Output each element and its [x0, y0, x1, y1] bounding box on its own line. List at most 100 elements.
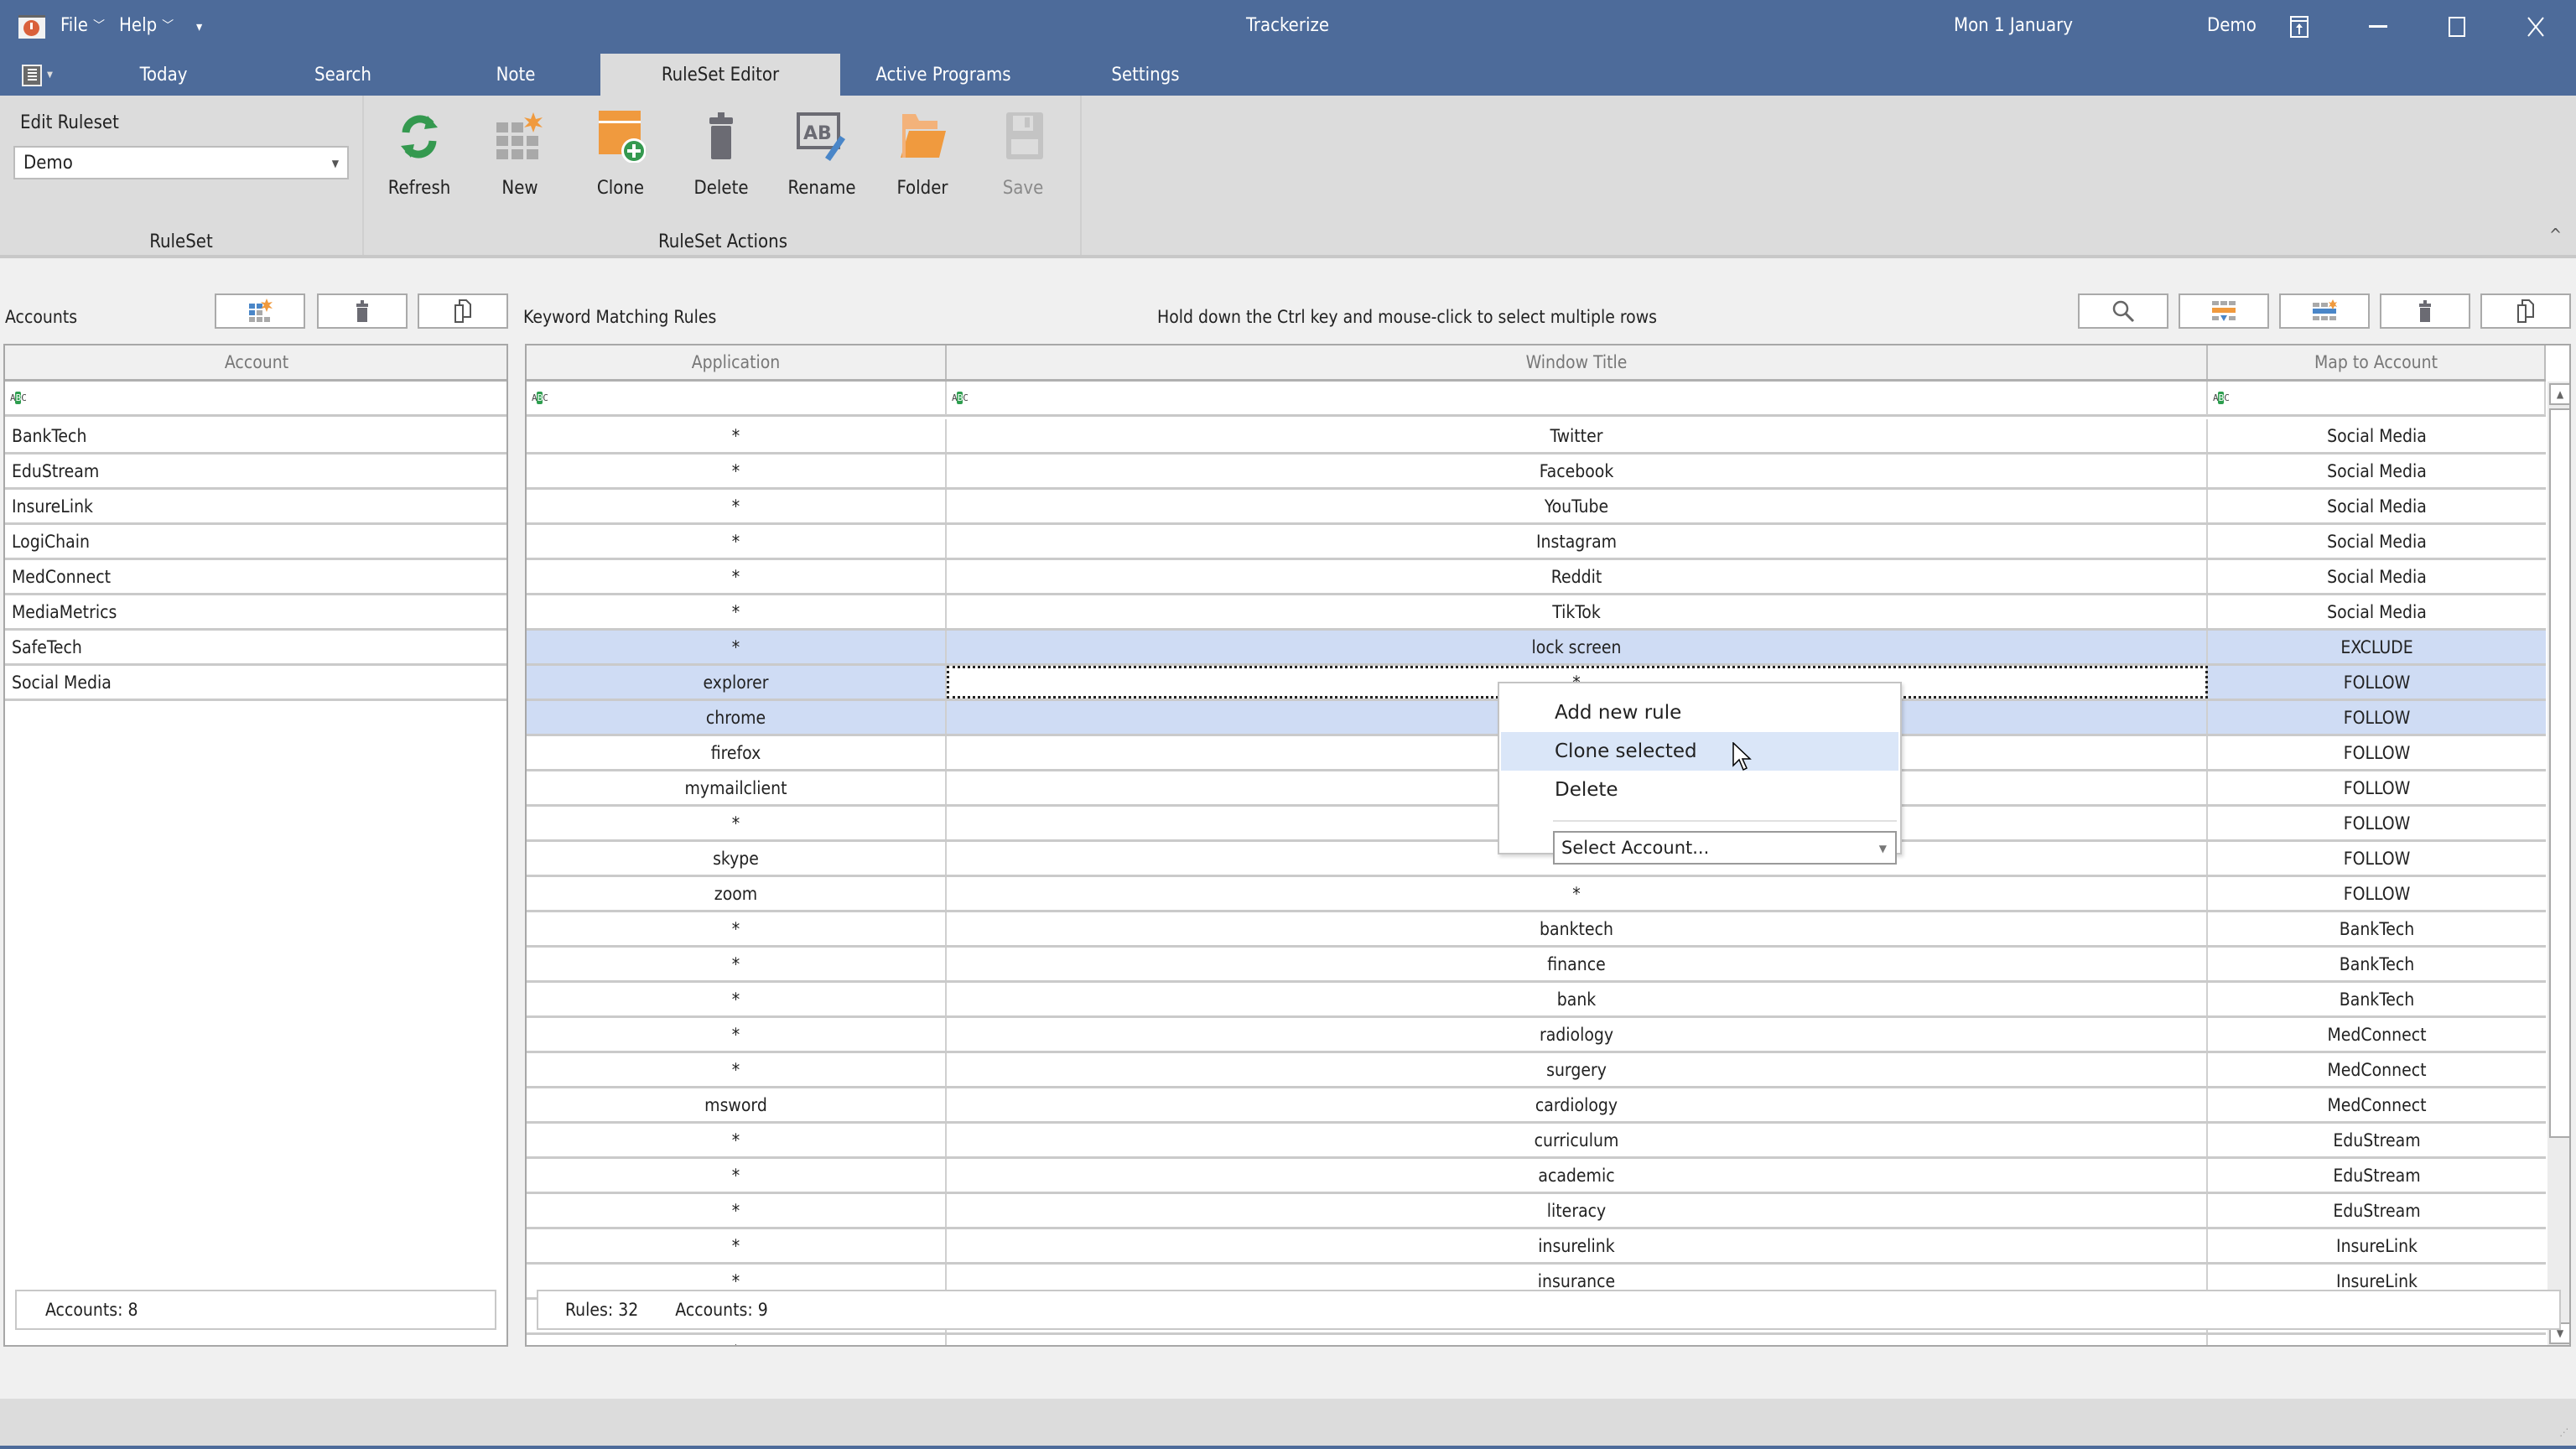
window-title-cell[interactable]: Reddit	[947, 560, 2208, 593]
delete-button[interactable]: Delete	[679, 111, 763, 220]
close-button[interactable]	[2511, 8, 2561, 45]
window-title-cell[interactable]	[947, 1335, 2208, 1345]
map-to-account-cell[interactable]: EXCLUDE	[2208, 631, 2546, 663]
search-rules-button[interactable]	[2078, 293, 2168, 329]
rule-row[interactable]: * YouTube Social Media	[527, 490, 2546, 525]
account-row[interactable]: EduStream	[5, 454, 506, 490]
window-title-cell[interactable]: Instagram	[947, 525, 2208, 558]
folder-button[interactable]: Folder	[880, 111, 964, 220]
application-cell[interactable]: *	[527, 1229, 947, 1262]
window-title-cell[interactable]: surgery	[947, 1053, 2208, 1086]
resize-grip-icon[interactable]: ⋰	[2559, 1427, 2569, 1437]
map-to-account-cell[interactable]: FOLLOW	[2208, 771, 2546, 804]
rule-row[interactable]: * banktech BankTech	[527, 912, 2546, 948]
rule-row[interactable]: * bank BankTech	[527, 983, 2546, 1018]
window-title-cell[interactable]: banktech	[947, 912, 2208, 945]
rule-row[interactable]: * academic EduStream	[527, 1159, 2546, 1194]
map-to-account-cell[interactable]: MedConnect	[2208, 1088, 2546, 1121]
save-button[interactable]: Save	[981, 111, 1065, 220]
window-title-cell[interactable]: YouTube	[947, 490, 2208, 522]
scroll-up-button[interactable]: ▲	[2549, 383, 2569, 405]
map-to-account-cell[interactable]: FOLLOW	[2208, 701, 2546, 734]
rule-row[interactable]: msword cardiology MedConnect	[527, 1088, 2546, 1124]
map-to-account-cell[interactable]: FOLLOW	[2208, 842, 2546, 875]
account-name-cell[interactable]: EduStream	[5, 454, 506, 487]
delete-account-button[interactable]	[317, 293, 408, 329]
application-cell[interactable]: mymailclient	[527, 771, 947, 804]
column-header-account[interactable]: Account	[5, 345, 506, 379]
menu-file[interactable]: File ﹀	[60, 15, 105, 36]
menu-help[interactable]: Help ﹀	[119, 15, 174, 36]
new-button[interactable]: New	[478, 111, 562, 220]
collapse-ribbon-button[interactable]: ^	[2549, 225, 2562, 245]
window-title-cell[interactable]: academic	[947, 1159, 2208, 1192]
rule-row[interactable]: * curriculum EduStream	[527, 1124, 2546, 1159]
application-cell[interactable]: *	[527, 454, 947, 487]
select-account-dropdown[interactable]: Select Account... ▼	[1553, 831, 1897, 865]
quick-access-dropdown[interactable]: ▾	[196, 18, 202, 34]
account-row[interactable]: MedConnect	[5, 560, 506, 595]
rule-row[interactable]: *	[527, 1335, 2546, 1345]
tab-search[interactable]: Search	[280, 54, 406, 96]
account-row[interactable]: Social Media	[5, 666, 506, 701]
restore-panel-button[interactable]	[2274, 8, 2324, 45]
map-to-account-cell[interactable]: BankTech	[2208, 983, 2546, 1015]
clone-button[interactable]: Clone	[579, 111, 662, 220]
tab-active-programs[interactable]: Active Programs	[864, 54, 1023, 96]
account-row[interactable]: MediaMetrics	[5, 595, 506, 631]
rule-row[interactable]: * finance BankTech	[527, 948, 2546, 983]
map-to-account-cell[interactable]: BankTech	[2208, 912, 2546, 945]
add-account-button[interactable]	[215, 293, 305, 329]
application-cell[interactable]: *	[527, 525, 947, 558]
copy-account-button[interactable]	[418, 293, 508, 329]
application-cell[interactable]: *	[527, 1194, 947, 1227]
application-cell[interactable]: *	[527, 419, 947, 452]
tab-note[interactable]: Note	[453, 54, 579, 96]
account-name-cell[interactable]: Social Media	[5, 666, 506, 699]
window-title-cell[interactable]: radiology	[947, 1018, 2208, 1051]
map-to-account-cell[interactable]: Social Media	[2208, 419, 2546, 452]
account-row[interactable]: LogiChain	[5, 525, 506, 560]
menu-item-clone-selected[interactable]: Clone selected	[1501, 732, 1898, 771]
map-to-account-cell[interactable]: Social Media	[2208, 560, 2546, 593]
map-to-account-cell[interactable]: FOLLOW	[2208, 736, 2546, 769]
accounts-filter-row[interactable]: ABC	[5, 382, 506, 417]
rename-button[interactable]: AB Rename	[780, 111, 864, 220]
application-cell[interactable]: *	[527, 1053, 947, 1086]
application-cell[interactable]: msword	[527, 1088, 947, 1121]
window-title-cell[interactable]: literacy	[947, 1194, 2208, 1227]
map-to-account-cell[interactable]: MedConnect	[2208, 1053, 2546, 1086]
window-title-cell[interactable]: bank	[947, 983, 2208, 1015]
copy-rule-button[interactable]	[2480, 293, 2571, 329]
application-cell[interactable]: *	[527, 983, 947, 1015]
map-to-account-cell[interactable]: FOLLOW	[2208, 877, 2546, 910]
account-row[interactable]: InsureLink	[5, 490, 506, 525]
map-to-account-cell[interactable]: Social Media	[2208, 490, 2546, 522]
rule-row[interactable]: zoom * FOLLOW	[527, 877, 2546, 912]
application-cell[interactable]: *	[527, 1159, 947, 1192]
window-title-cell[interactable]: *	[947, 877, 2208, 910]
application-cell[interactable]: *	[527, 1335, 947, 1345]
window-title-cell[interactable]: Twitter	[947, 419, 2208, 452]
map-to-account-cell[interactable]: Social Media	[2208, 454, 2546, 487]
application-cell[interactable]: *	[527, 948, 947, 980]
rule-row[interactable]: * Twitter Social Media	[527, 419, 2546, 454]
application-cell[interactable]: *	[527, 1018, 947, 1051]
delete-rule-button[interactable]	[2380, 293, 2470, 329]
rule-row[interactable]: * Reddit Social Media	[527, 560, 2546, 595]
window-title-cell[interactable]: cardiology	[947, 1088, 2208, 1121]
rule-row[interactable]: * Instagram Social Media	[527, 525, 2546, 560]
rule-row[interactable]: * lock screen EXCLUDE	[527, 631, 2546, 666]
map-to-account-cell[interactable]: MedConnect	[2208, 1018, 2546, 1051]
scroll-thumb[interactable]	[2549, 408, 2569, 1139]
menu-item-delete[interactable]: Delete	[1501, 771, 1898, 809]
application-cell[interactable]: *	[527, 595, 947, 628]
rule-row[interactable]: * TikTok Social Media	[527, 595, 2546, 631]
application-cell[interactable]: *	[527, 560, 947, 593]
application-cell[interactable]: chrome	[527, 701, 947, 734]
maximize-button[interactable]	[2432, 8, 2482, 45]
window-title-cell[interactable]: Facebook	[947, 454, 2208, 487]
window-title-cell[interactable]: TikTok	[947, 595, 2208, 628]
ruleset-select[interactable]: Demo ▼	[13, 146, 349, 179]
rule-row[interactable]: * insurelink InsureLink	[527, 1229, 2546, 1265]
